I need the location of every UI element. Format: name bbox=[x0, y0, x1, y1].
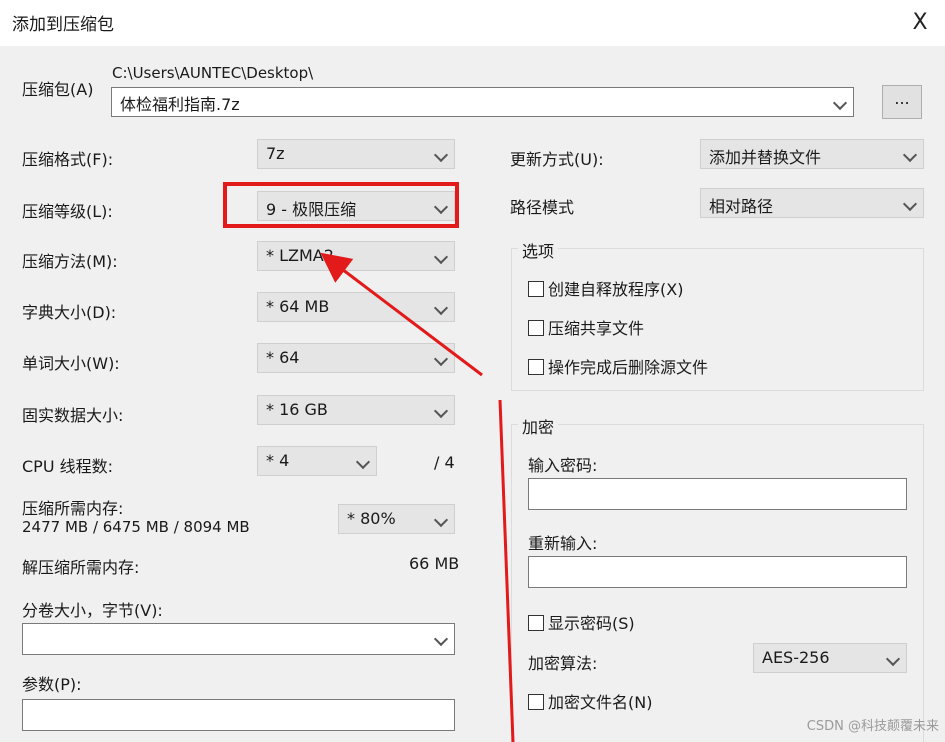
red-line bbox=[498, 399, 515, 742]
arrow-icon bbox=[320, 252, 483, 377]
annotation-arrows bbox=[320, 252, 515, 742]
watermark: CSDN @科技颠覆未来 bbox=[806, 719, 939, 734]
